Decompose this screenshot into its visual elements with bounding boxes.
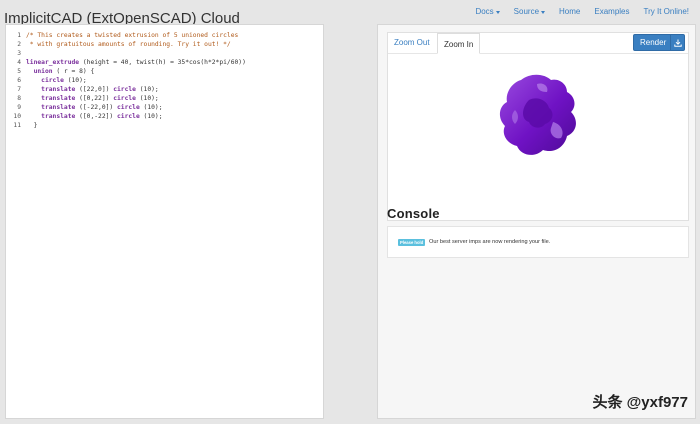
line-number: 10 xyxy=(13,113,21,120)
status-badge: Please hold xyxy=(398,239,426,246)
code-comment: * with gratuitous amounts of rounding. T… xyxy=(26,41,231,48)
line-number: 11 xyxy=(13,122,21,129)
download-icon[interactable] xyxy=(670,35,684,50)
code-line[interactable]: 4 linear_extrude (height = 40, twist(h) =… xyxy=(10,58,319,67)
line-number: 4 xyxy=(17,59,21,66)
code-keyword: circle xyxy=(117,104,140,111)
code-keyword: translate xyxy=(41,113,76,120)
line-number: 8 xyxy=(17,95,21,102)
app-title: ImplicitCAD (ExtOpenSCAD) Cloud xyxy=(4,10,240,24)
zoom-out-tab[interactable]: Zoom Out xyxy=(394,38,430,48)
zoom-in-tab[interactable]: Zoom In xyxy=(437,33,481,54)
code-keyword: translate xyxy=(41,86,76,93)
line-number: 5 xyxy=(17,68,21,75)
code-text: (height = 40, twist(h) = 35*cos(h*2*pi/6… xyxy=(79,59,246,66)
nav-home[interactable]: Home xyxy=(552,7,587,17)
line-number: 1 xyxy=(17,32,21,39)
nav-try-online[interactable]: Try It Online! xyxy=(637,7,697,17)
code-keyword: circle xyxy=(41,77,64,84)
model-viewer[interactable]: Zoom Out Zoom In Render xyxy=(387,32,689,221)
code-keyword: translate xyxy=(41,95,76,102)
chevron-down-icon xyxy=(495,10,500,14)
nav-docs-label: Docs xyxy=(475,7,494,16)
twisted-extrusion-model[interactable] xyxy=(493,70,588,162)
code-text: ([-22,0]) xyxy=(75,104,117,111)
code-keyword: circle xyxy=(117,113,140,120)
line-number: 7 xyxy=(17,86,21,93)
line-number: 6 xyxy=(17,77,21,84)
watermark: 头条 @yxf977 xyxy=(592,394,688,411)
output-panel: Zoom Out Zoom In Render Console Please h… xyxy=(377,24,696,419)
code-comment: /* This creates a twisted extrusion of 5… xyxy=(26,32,239,39)
console-message: Our best server imps are now rendering y… xyxy=(429,239,551,245)
nav-docs[interactable]: Docs xyxy=(468,7,506,17)
code-text: (10); xyxy=(135,86,159,93)
line-number: 3 xyxy=(17,50,21,57)
code-line[interactable]: 7 translate ([22,0]) circle (10); xyxy=(10,85,319,94)
nav-examples[interactable]: Examples xyxy=(587,7,636,17)
line-number: 9 xyxy=(17,104,21,111)
top-nav: Docs Source Home Examples Try It Online! xyxy=(468,7,696,17)
code-keyword: circle xyxy=(113,86,136,93)
code-line[interactable]: 1 /* This creates a twisted extrusion of … xyxy=(10,31,319,40)
code-lines[interactable]: 1 /* This creates a twisted extrusion of … xyxy=(10,31,319,130)
code-text: ([0,-22]) xyxy=(75,113,117,120)
code-text: ([0,22]) xyxy=(75,95,114,102)
code-line[interactable]: 6 circle (10); xyxy=(10,76,319,85)
code-text: (10); xyxy=(135,95,159,102)
code-text: (10); xyxy=(139,104,163,111)
code-line[interactable]: 8 translate ([0,22]) circle (10); xyxy=(10,94,319,103)
code-line[interactable]: 3 xyxy=(10,49,319,58)
code-text: } xyxy=(26,122,38,129)
code-keyword: translate xyxy=(41,104,76,111)
render-button-label: Render xyxy=(640,38,667,47)
code-text: ( r = 8) { xyxy=(52,68,95,75)
code-line[interactable]: 11 } xyxy=(10,121,319,130)
chevron-down-icon xyxy=(541,10,546,14)
code-line[interactable]: 10 translate ([0,-22]) circle (10); xyxy=(10,112,319,121)
render-button[interactable]: Render xyxy=(633,34,685,51)
code-editor[interactable]: 1 /* This creates a twisted extrusion of … xyxy=(5,24,324,419)
line-number: 2 xyxy=(17,41,21,48)
code-keyword: linear_extrude xyxy=(26,59,80,66)
code-text: (10); xyxy=(63,77,87,84)
nav-source[interactable]: Source xyxy=(507,7,552,17)
code-keyword: circle xyxy=(113,95,136,102)
code-line[interactable]: 5 union ( r = 8) { xyxy=(10,67,319,76)
code-line[interactable]: 9 translate ([-22,0]) circle (10); xyxy=(10,103,319,112)
console-title: Console xyxy=(387,206,440,221)
code-keyword: union xyxy=(33,68,53,75)
code-line[interactable]: 2 * with gratuitous amounts of rounding.… xyxy=(10,40,319,49)
zoom-tabs: Zoom Out Zoom In Render xyxy=(388,33,688,54)
nav-source-label: Source xyxy=(513,7,540,16)
console-output: Please hold Our best server imps are now… xyxy=(387,226,689,258)
code-text: (10); xyxy=(139,113,163,120)
code-text: ([22,0]) xyxy=(75,86,114,93)
